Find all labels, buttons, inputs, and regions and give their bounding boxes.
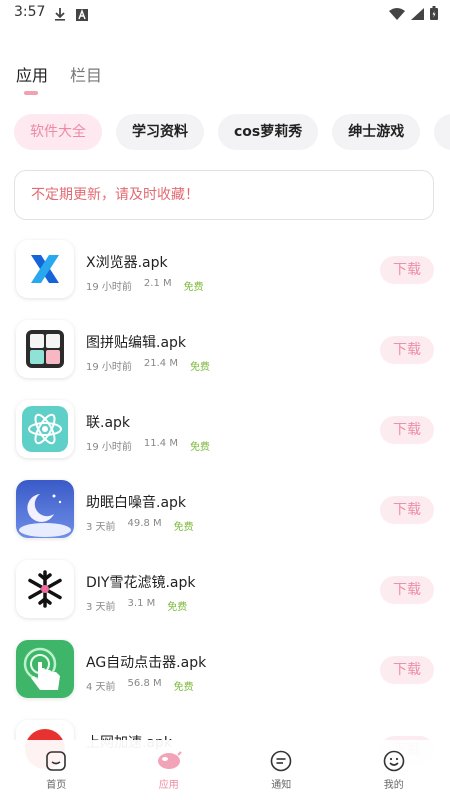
- collage-icon: [16, 320, 74, 378]
- app-meta: 3 天前 3.1 M 免费: [86, 598, 187, 613]
- tab-indicator: [24, 91, 38, 95]
- chip-study[interactable]: 学习资料: [116, 114, 204, 150]
- app-meta: 19 小时前 11.4 M 免费: [86, 438, 210, 453]
- download-button[interactable]: 下载: [380, 336, 434, 364]
- download-button[interactable]: 下载: [380, 256, 434, 284]
- app-meta: 3 天前 49.8 M 免费: [86, 518, 194, 533]
- chip-more[interactable]: 大: [434, 114, 450, 150]
- battery-icon: [430, 5, 438, 24]
- list-item[interactable]: 助眠白噪音.apk 3 天前 49.8 M 免费 下载: [0, 476, 450, 556]
- x-browser-icon: [16, 240, 74, 298]
- tab-apps[interactable]: 应用: [16, 62, 48, 92]
- category-chips: 软件大全 学习资料 cos萝莉秀 绅士游戏 大: [14, 114, 450, 150]
- chip-software[interactable]: 软件大全: [14, 114, 102, 150]
- moon-icon: [16, 480, 74, 538]
- app-size: 2.1 M: [143, 278, 172, 289]
- app-size: 21.4 M: [143, 358, 178, 369]
- app-meta: 4 天前 56.8 M 免费: [86, 678, 194, 693]
- app-meta: 19 小时前 21.4 M 免费: [86, 358, 210, 373]
- app-name: 联.apk: [86, 415, 131, 431]
- app-size: 56.8 M: [127, 678, 162, 689]
- list-item[interactable]: 图拼贴编辑.apk 19 小时前 21.4 M 免费 下载: [0, 316, 450, 396]
- home-icon: [43, 748, 69, 774]
- app-time: 4 天前: [86, 682, 116, 693]
- signal-icon: [411, 5, 424, 24]
- download-button[interactable]: 下载: [380, 656, 434, 684]
- chip-cos[interactable]: cos萝莉秀: [218, 114, 319, 150]
- apps-icon: [156, 748, 182, 774]
- nav-home[interactable]: 首页: [0, 740, 113, 800]
- profile-icon: [381, 748, 407, 774]
- nav-label: 应用: [158, 780, 179, 791]
- notice-banner: 不定期更新，请及时收藏！: [14, 170, 434, 220]
- list-item[interactable]: AG自动点击器.apk 4 天前 56.8 M 免费 下载: [0, 636, 450, 716]
- app-meta: 19 小时前 2.1 M 免费: [86, 278, 204, 293]
- app-time: 3 天前: [86, 522, 116, 533]
- app-price: 免费: [183, 282, 204, 293]
- app-size: 49.8 M: [127, 518, 162, 529]
- app-time: 19 小时前: [86, 282, 132, 293]
- download-button[interactable]: 下载: [380, 576, 434, 604]
- app-price: 免费: [189, 362, 210, 373]
- nav-notifications[interactable]: 通知: [225, 740, 338, 800]
- tab-columns[interactable]: 栏目: [70, 62, 102, 92]
- app-time: 19 小时前: [86, 362, 132, 373]
- app-price: 免费: [173, 682, 194, 693]
- app-price: 免费: [189, 442, 210, 453]
- status-time: 3:57: [14, 4, 46, 20]
- app-name: DIY雪花滤镜.apk: [86, 575, 196, 591]
- nav-apps[interactable]: 应用: [113, 740, 226, 800]
- app-name: 图拼贴编辑.apk: [86, 335, 187, 351]
- download-button[interactable]: 下载: [380, 416, 434, 444]
- app-time: 3 天前: [86, 602, 116, 613]
- download-icon: [54, 6, 66, 25]
- list-item[interactable]: DIY雪花滤镜.apk 3 天前 3.1 M 免费 下载: [0, 556, 450, 636]
- status-bar: 3:57: [0, 0, 450, 26]
- nav-label: 我的: [383, 780, 404, 791]
- download-button[interactable]: 下载: [380, 496, 434, 524]
- app-price: 免费: [167, 602, 188, 613]
- atom-icon: [16, 400, 74, 458]
- top-tabs: 应用 栏目: [16, 62, 102, 92]
- bottom-nav: 首页 应用 通知 我的: [0, 740, 450, 800]
- nav-label: 通知: [271, 780, 292, 791]
- app-size: 11.4 M: [143, 438, 178, 449]
- app-time: 19 小时前: [86, 442, 132, 453]
- nav-label: 首页: [46, 780, 67, 791]
- list-item[interactable]: X浏览器.apk 19 小时前 2.1 M 免费 下载: [0, 236, 450, 316]
- notification-icon: [268, 748, 294, 774]
- chip-games[interactable]: 绅士游戏: [332, 114, 421, 150]
- a-icon: [76, 6, 88, 25]
- app-name: 助眠白噪音.apk: [86, 495, 187, 511]
- nav-profile[interactable]: 我的: [338, 740, 450, 800]
- wifi-icon: [389, 5, 405, 24]
- app-name: X浏览器.apk: [86, 255, 168, 271]
- app-name: AG自动点击器.apk: [86, 655, 207, 671]
- app-size: 3.1 M: [127, 598, 156, 609]
- list-item[interactable]: 联.apk 19 小时前 11.4 M 免费 下载: [0, 396, 450, 476]
- app-price: 免费: [173, 522, 194, 533]
- tap-hand-icon: [16, 640, 74, 698]
- snowflake-icon: [16, 560, 74, 618]
